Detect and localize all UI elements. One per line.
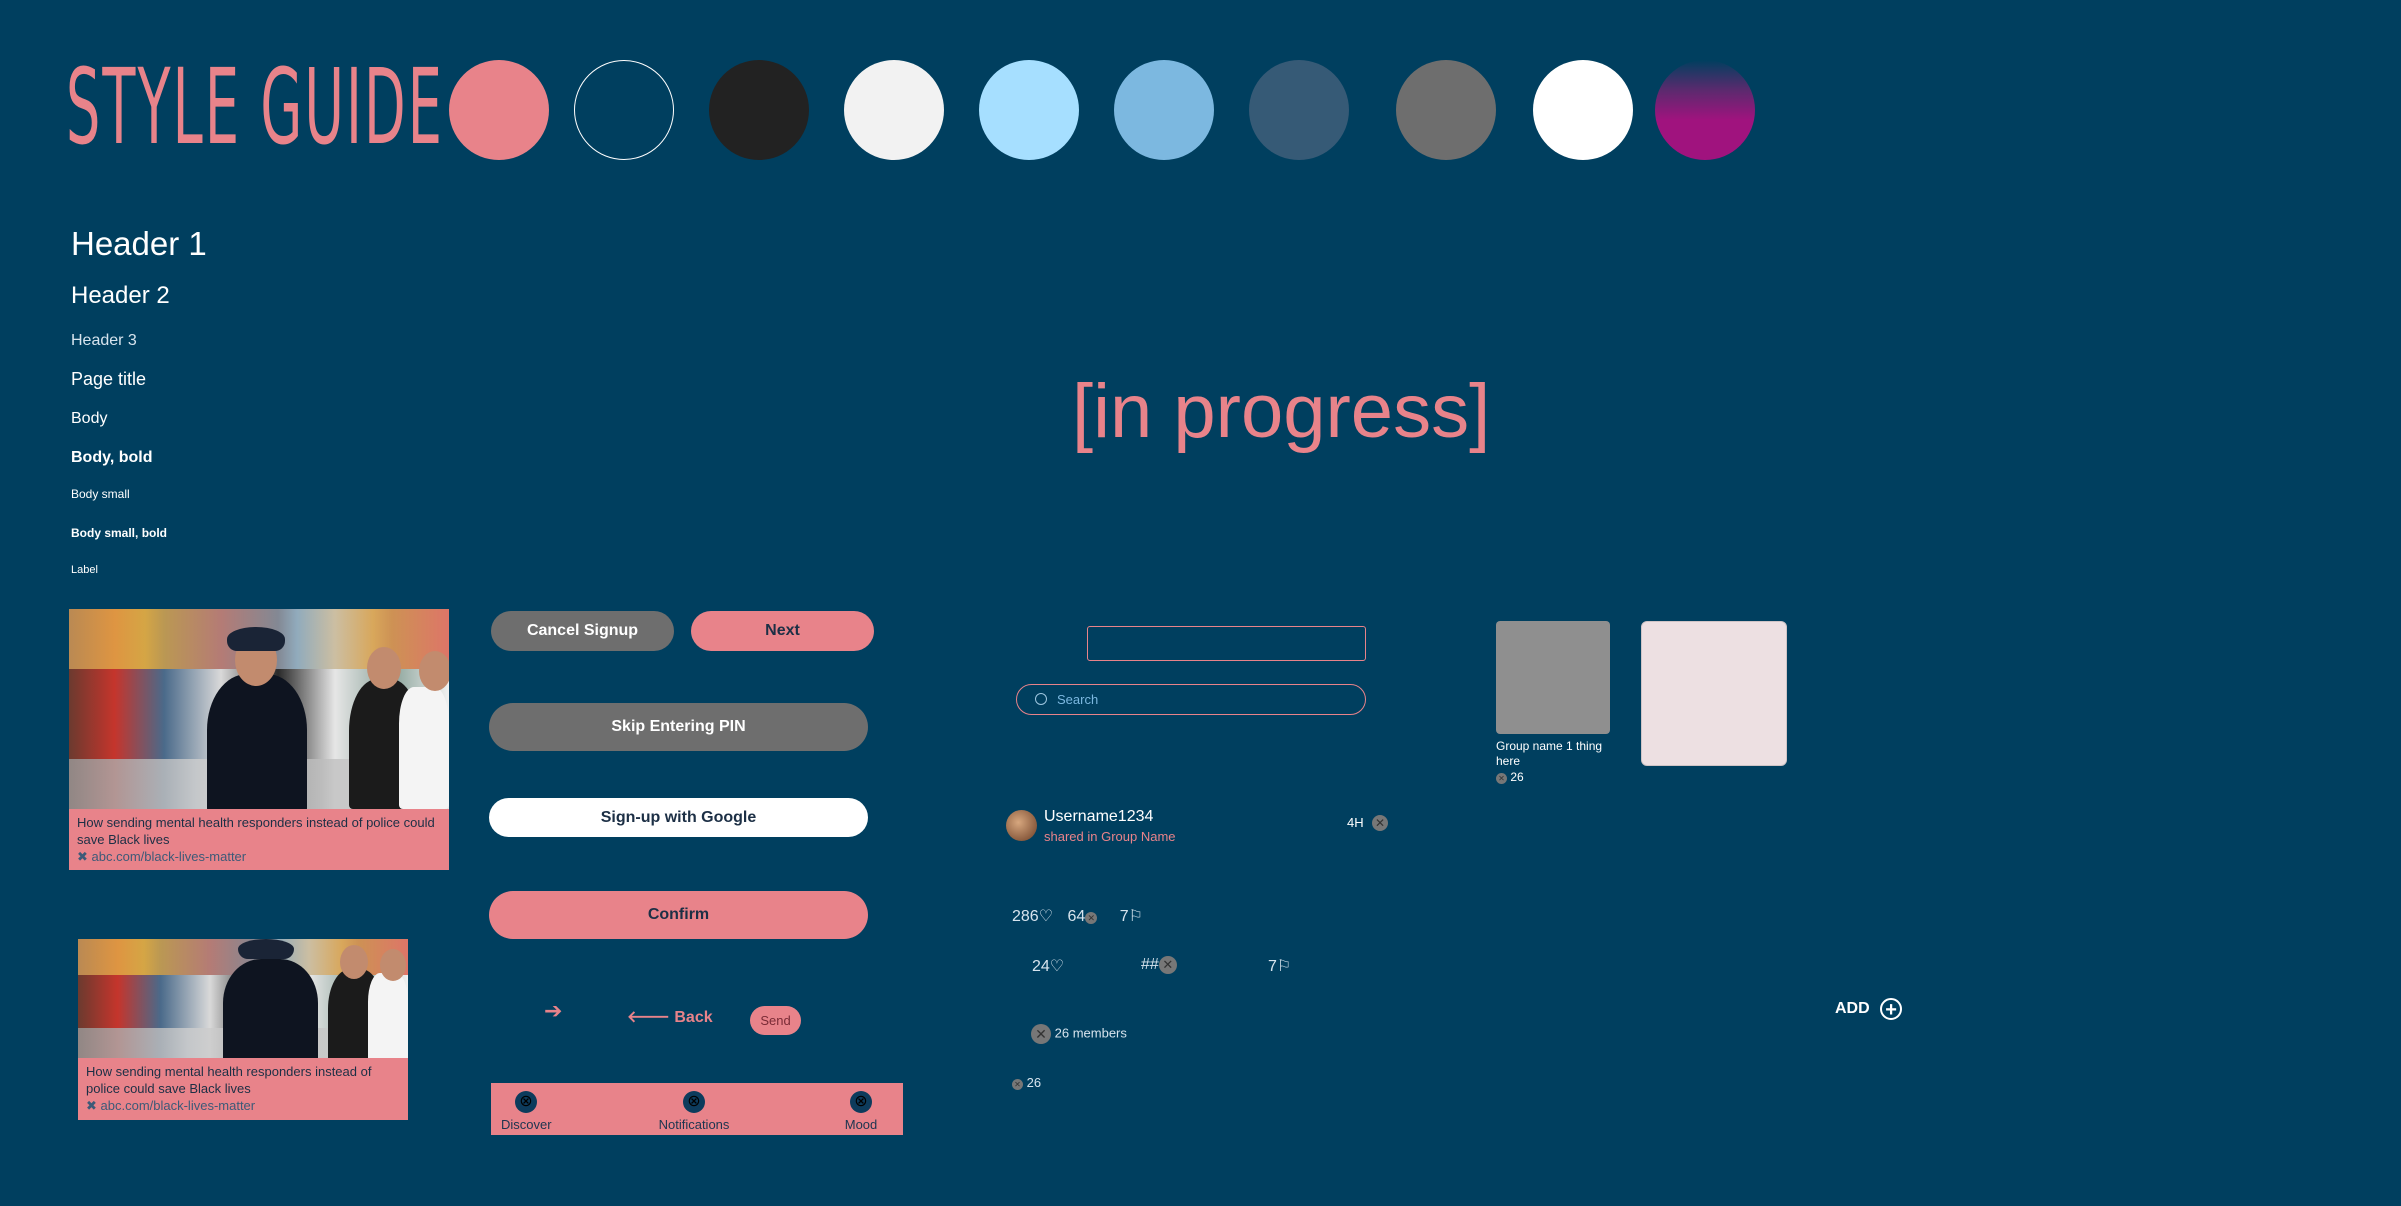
close-icon[interactable]: ✕ (1372, 815, 1388, 831)
group-tile-name[interactable]: Group name 1 thing here (1496, 739, 1610, 769)
swatch-mid-blue (1114, 60, 1214, 160)
skip-pin-button[interactable]: Skip Entering PIN (489, 703, 868, 751)
typo-body: Body (71, 410, 108, 427)
saves-count: 7 (1268, 958, 1277, 975)
tab-mood[interactable]: ⊗ Mood (836, 1091, 886, 1132)
post-stats-alt: 24♡ (1032, 956, 1064, 976)
post-time: 4H (1347, 815, 1364, 830)
likes-count: 286 (1012, 908, 1039, 925)
avatar[interactable] (1006, 810, 1037, 841)
plus-circle-icon: + (1880, 998, 1903, 1021)
members-count: ✕ 26 members (1031, 1024, 1127, 1044)
page-title: STYLE GUIDE (66, 46, 445, 168)
tags-count: ## (1141, 956, 1159, 974)
article-link[interactable]: ✖ abc.com/black-lives-matter (69, 848, 449, 866)
bookmark-icon[interactable]: ⚐ (1277, 958, 1291, 975)
back-arrow-icon: 🡐 (627, 1009, 675, 1026)
article-photo (78, 939, 408, 1058)
swatch-gray (1396, 60, 1496, 160)
typo-body-small: Body small (71, 487, 130, 501)
close-icon: ✖ (77, 849, 92, 864)
post-username[interactable]: Username1234 (1044, 808, 1153, 826)
likes-count: 24 (1032, 958, 1050, 975)
typo-body-bold: Body, bold (71, 449, 153, 466)
heart-icon[interactable]: ♡ (1039, 908, 1053, 925)
notifications-icon: ⊗ (683, 1091, 705, 1113)
group-tile-count: ✕ 26 (1496, 770, 1524, 784)
send-button[interactable]: Send (750, 1006, 801, 1035)
tags-stat: ## ✕ (1141, 956, 1177, 974)
article-headline: How sending mental health responders ins… (86, 1064, 372, 1096)
typo-page-title: Page title (71, 369, 147, 389)
text-input[interactable] (1087, 626, 1366, 661)
group-tile-placeholder[interactable] (1641, 621, 1787, 766)
swatch-light-blue (979, 60, 1079, 160)
typo-header1: Header 1 (71, 225, 207, 262)
article-card-large[interactable]: How sending mental health responders ins… (69, 609, 449, 870)
tab-discover[interactable]: ⊗ Discover (501, 1091, 552, 1132)
members-icon: ✕ (1031, 1024, 1051, 1044)
group-tile-image[interactable] (1496, 621, 1610, 734)
tab-notifications[interactable]: ⊗ Notifications (654, 1091, 734, 1132)
typo-header3: Header 3 (71, 332, 137, 349)
saves-stat: 7⚐ (1268, 956, 1291, 976)
article-headline: How sending mental health responders ins… (77, 815, 435, 847)
swatch-offwhite (844, 60, 944, 160)
saves-count: 7 (1119, 908, 1129, 925)
typo-label: Label (71, 564, 98, 576)
count-icon: ✕ (1012, 1079, 1023, 1090)
comment-icon[interactable]: ✕ (1085, 912, 1098, 924)
add-button[interactable]: ADD + (1835, 998, 1903, 1021)
article-link[interactable]: ✖ abc.com/black-lives-matter (78, 1097, 408, 1115)
close-icon: ✖ (86, 1098, 101, 1113)
heart-icon[interactable]: ♡ (1050, 958, 1064, 975)
confirm-button[interactable]: Confirm (489, 891, 868, 939)
swatch-coral (449, 60, 549, 160)
swatch-gradient (1655, 60, 1755, 160)
post-stats: 286♡ 64 ✕ 7⚐ (1012, 906, 1143, 926)
typo-header2: Header 2 (71, 282, 170, 309)
next-button[interactable]: Next (691, 611, 874, 651)
small-count: ✕ 26 (1012, 1075, 1041, 1090)
forward-arrow-icon[interactable]: ➔ (544, 998, 562, 1024)
search-input[interactable]: Search (1016, 684, 1366, 715)
google-signup-button[interactable]: Sign-up with Google (489, 798, 868, 837)
swatch-slate (1249, 60, 1349, 160)
search-icon (1035, 693, 1047, 705)
post-shared-in[interactable]: shared in Group Name (1044, 829, 1176, 844)
swatch-navy (574, 60, 674, 160)
tag-icon[interactable]: ✕ (1158, 956, 1177, 974)
typo-body-small-bold: Body small, bold (71, 526, 168, 540)
status-label: [in progress] (1072, 369, 1491, 454)
cancel-signup-button[interactable]: Cancel Signup (491, 611, 674, 651)
article-card-small[interactable]: How sending mental health responders ins… (78, 939, 408, 1120)
swatch-black (709, 60, 809, 160)
swatch-white (1533, 60, 1633, 160)
mood-icon: ⊗ (850, 1091, 872, 1113)
article-photo (69, 609, 449, 809)
discover-icon: ⊗ (515, 1091, 537, 1113)
search-placeholder: Search (1057, 692, 1099, 707)
comments-count: 64 (1067, 908, 1086, 925)
bookmark-icon[interactable]: ⚐ (1129, 908, 1143, 925)
count-icon: ✕ (1496, 773, 1507, 784)
back-link[interactable]: 🡐 Back (627, 1006, 713, 1027)
bottom-tab-bar: ⊗ Discover ⊗ Notifications ⊗ Mood (491, 1083, 903, 1135)
